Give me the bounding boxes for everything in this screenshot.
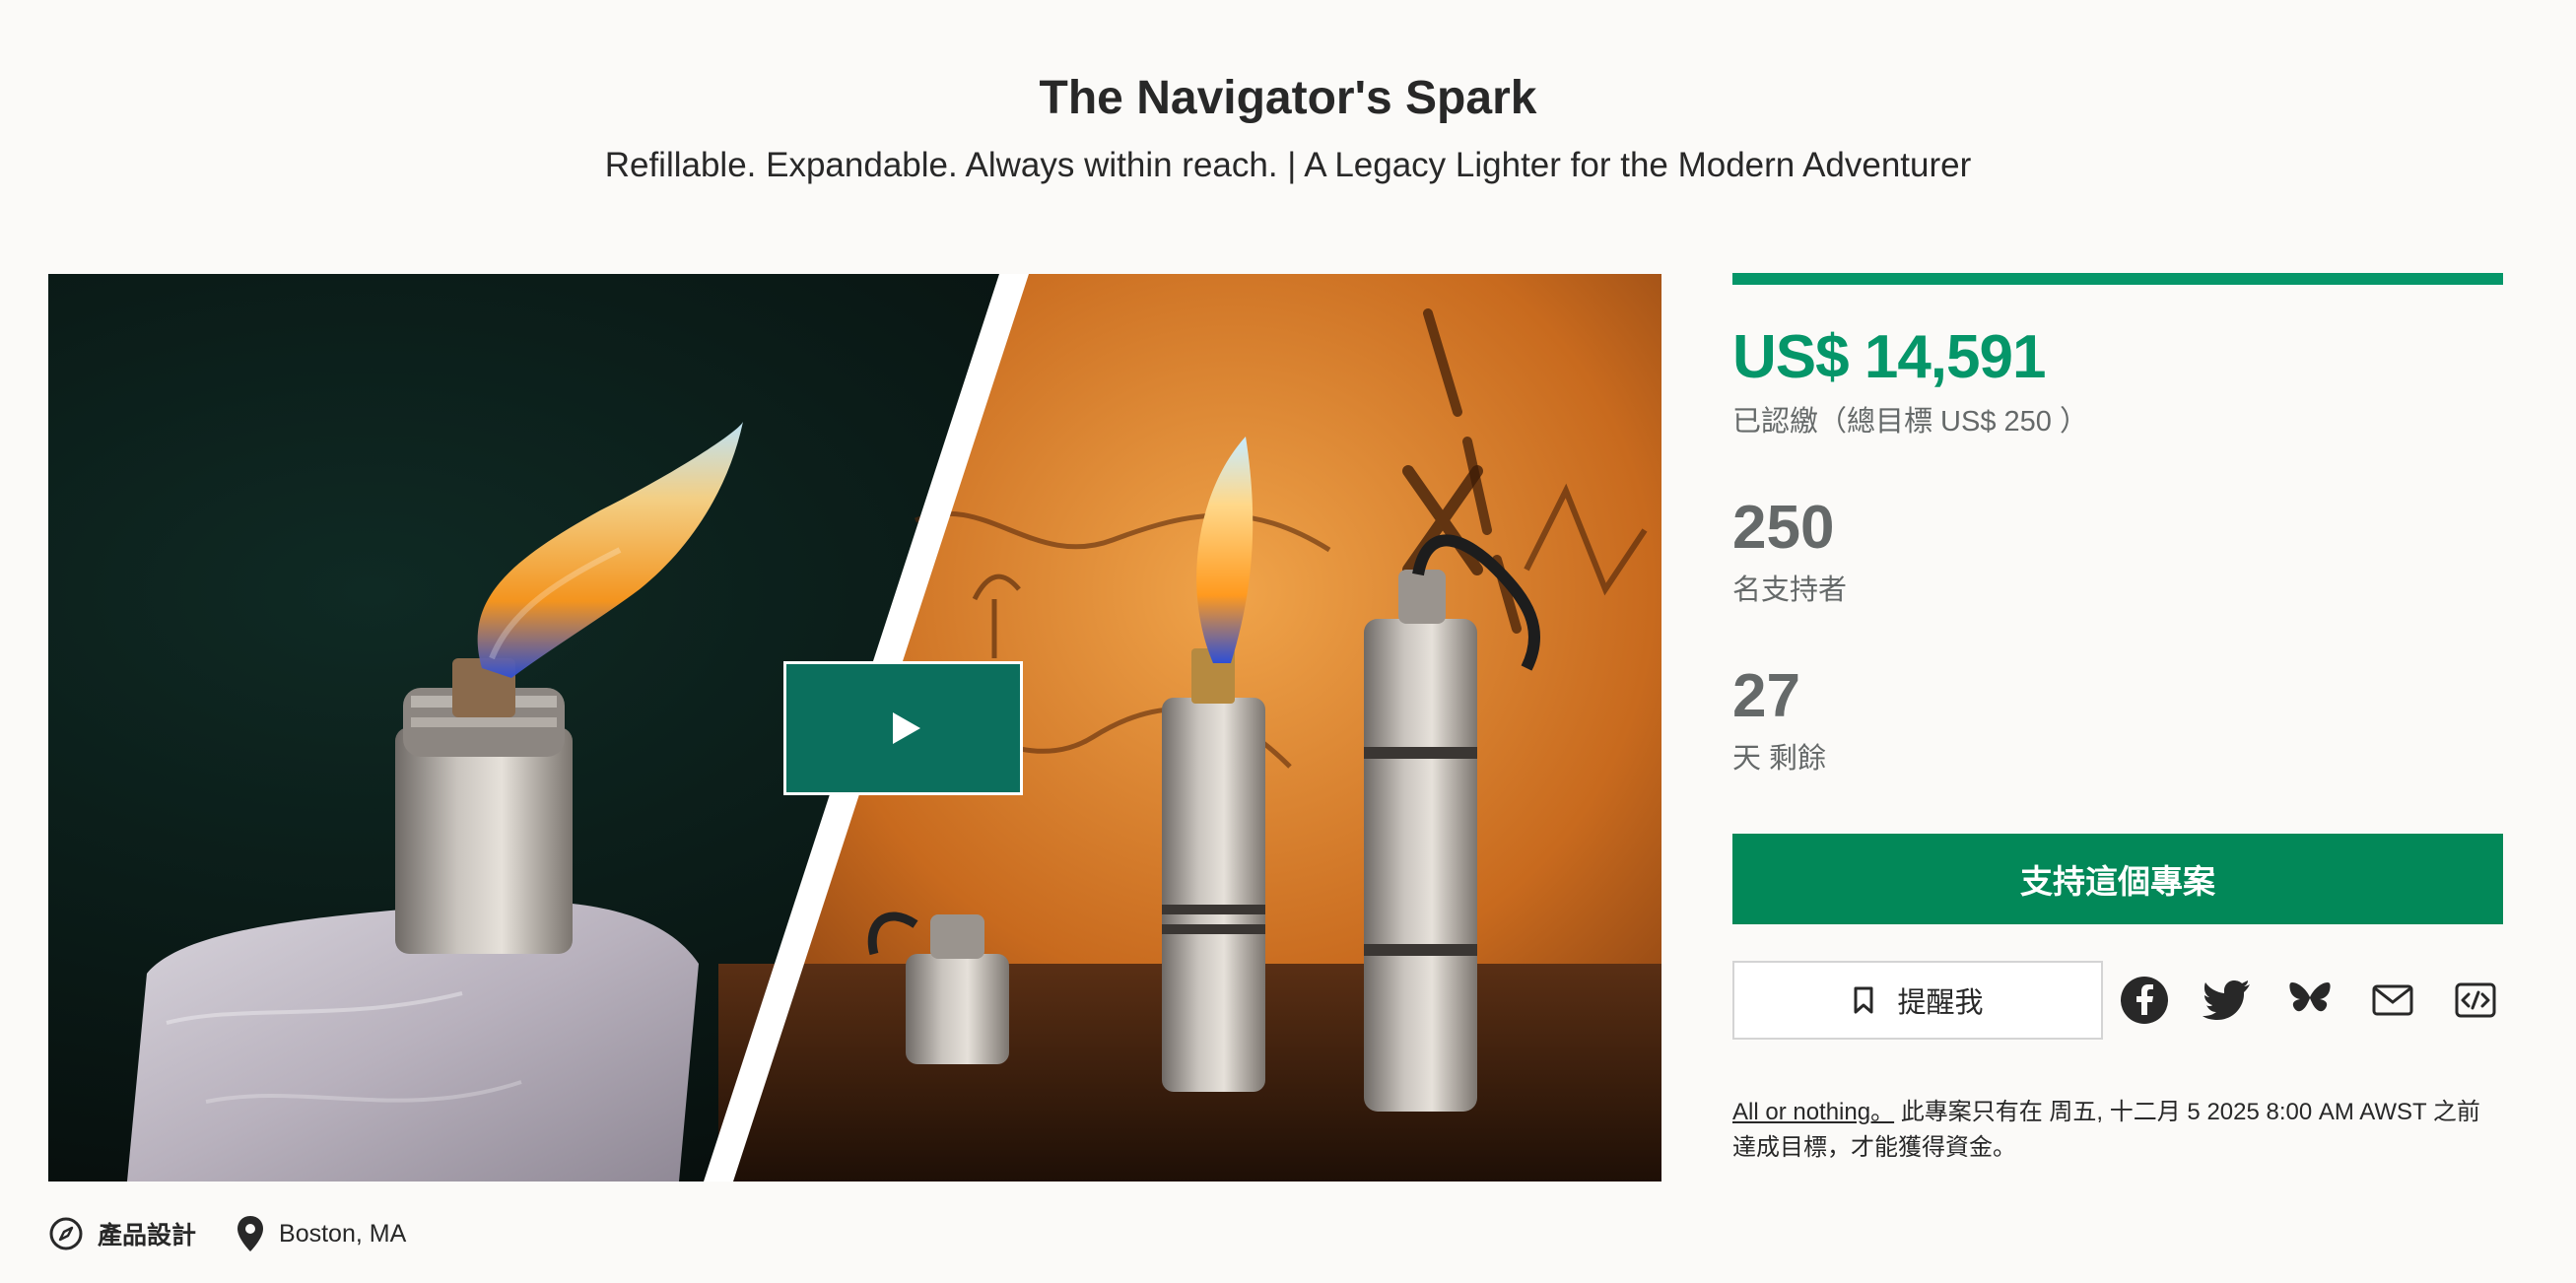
share-icons bbox=[2117, 973, 2503, 1028]
twitter-share-button[interactable] bbox=[2200, 973, 2255, 1028]
all-or-nothing-note: All or nothing。 此專案只有在 周五, 十二月 5 2025 8:… bbox=[1732, 1095, 2503, 1166]
bluesky-share-button[interactable] bbox=[2282, 973, 2338, 1028]
backers-label: 名支持者 bbox=[1732, 574, 1848, 606]
days-remaining-label: 天 剩餘 bbox=[1732, 743, 1827, 775]
remind-me-button[interactable]: 提醒我 bbox=[1732, 961, 2103, 1040]
bookmark-icon bbox=[1854, 986, 1873, 1014]
pledged-goal-note: 已認繳（總目標 US$ 250 ） bbox=[1732, 406, 2088, 438]
play-video-button[interactable] bbox=[783, 661, 1023, 795]
project-page: The Navigator's Spark Refillable. Expand… bbox=[0, 0, 2576, 1283]
project-subtitle: Refillable. Expandable. Always within re… bbox=[604, 146, 1972, 184]
category-link[interactable]: 產品設計 bbox=[48, 1216, 196, 1251]
project-meta: 產品設計 Boston, MA bbox=[48, 1214, 445, 1253]
location-label: Boston, MA bbox=[279, 1219, 407, 1248]
all-or-nothing-link[interactable]: All or nothing。 bbox=[1732, 1099, 1894, 1125]
action-row: 提醒我 bbox=[1732, 961, 2503, 1040]
compass-icon bbox=[49, 1217, 83, 1250]
play-icon bbox=[892, 712, 920, 744]
map-pin-icon bbox=[237, 1216, 264, 1251]
embed-icon bbox=[2455, 982, 2496, 1018]
twitter-icon bbox=[2203, 980, 2250, 1020]
bluesky-icon bbox=[2289, 982, 2331, 1012]
facebook-icon bbox=[2121, 977, 2168, 1024]
pledged-amount: US$ 14,591 bbox=[1732, 323, 2046, 391]
category-label: 產品設計 bbox=[98, 1222, 197, 1249]
days-remaining-count: 27 bbox=[1732, 662, 1800, 730]
back-project-button[interactable]: 支持這個專案 bbox=[1732, 834, 2503, 924]
funding-progress-fill bbox=[1732, 273, 2503, 285]
remind-me-label: 提醒我 bbox=[1897, 987, 1984, 1019]
facebook-share-button[interactable] bbox=[2117, 973, 2172, 1028]
mail-icon bbox=[2372, 984, 2413, 1016]
project-video[interactable] bbox=[48, 274, 1661, 1182]
campaign-panel: US$ 14,591 已認繳（總目標 US$ 250 ） 250 名支持者 27… bbox=[1732, 273, 2503, 1166]
project-title: The Navigator's Spark bbox=[1039, 72, 1537, 124]
funding-progress-bar bbox=[1732, 273, 2503, 285]
location-link[interactable]: Boston, MA bbox=[236, 1214, 406, 1253]
email-share-button[interactable] bbox=[2365, 973, 2420, 1028]
embed-share-button[interactable] bbox=[2448, 973, 2503, 1028]
backers-count: 250 bbox=[1732, 494, 1835, 562]
